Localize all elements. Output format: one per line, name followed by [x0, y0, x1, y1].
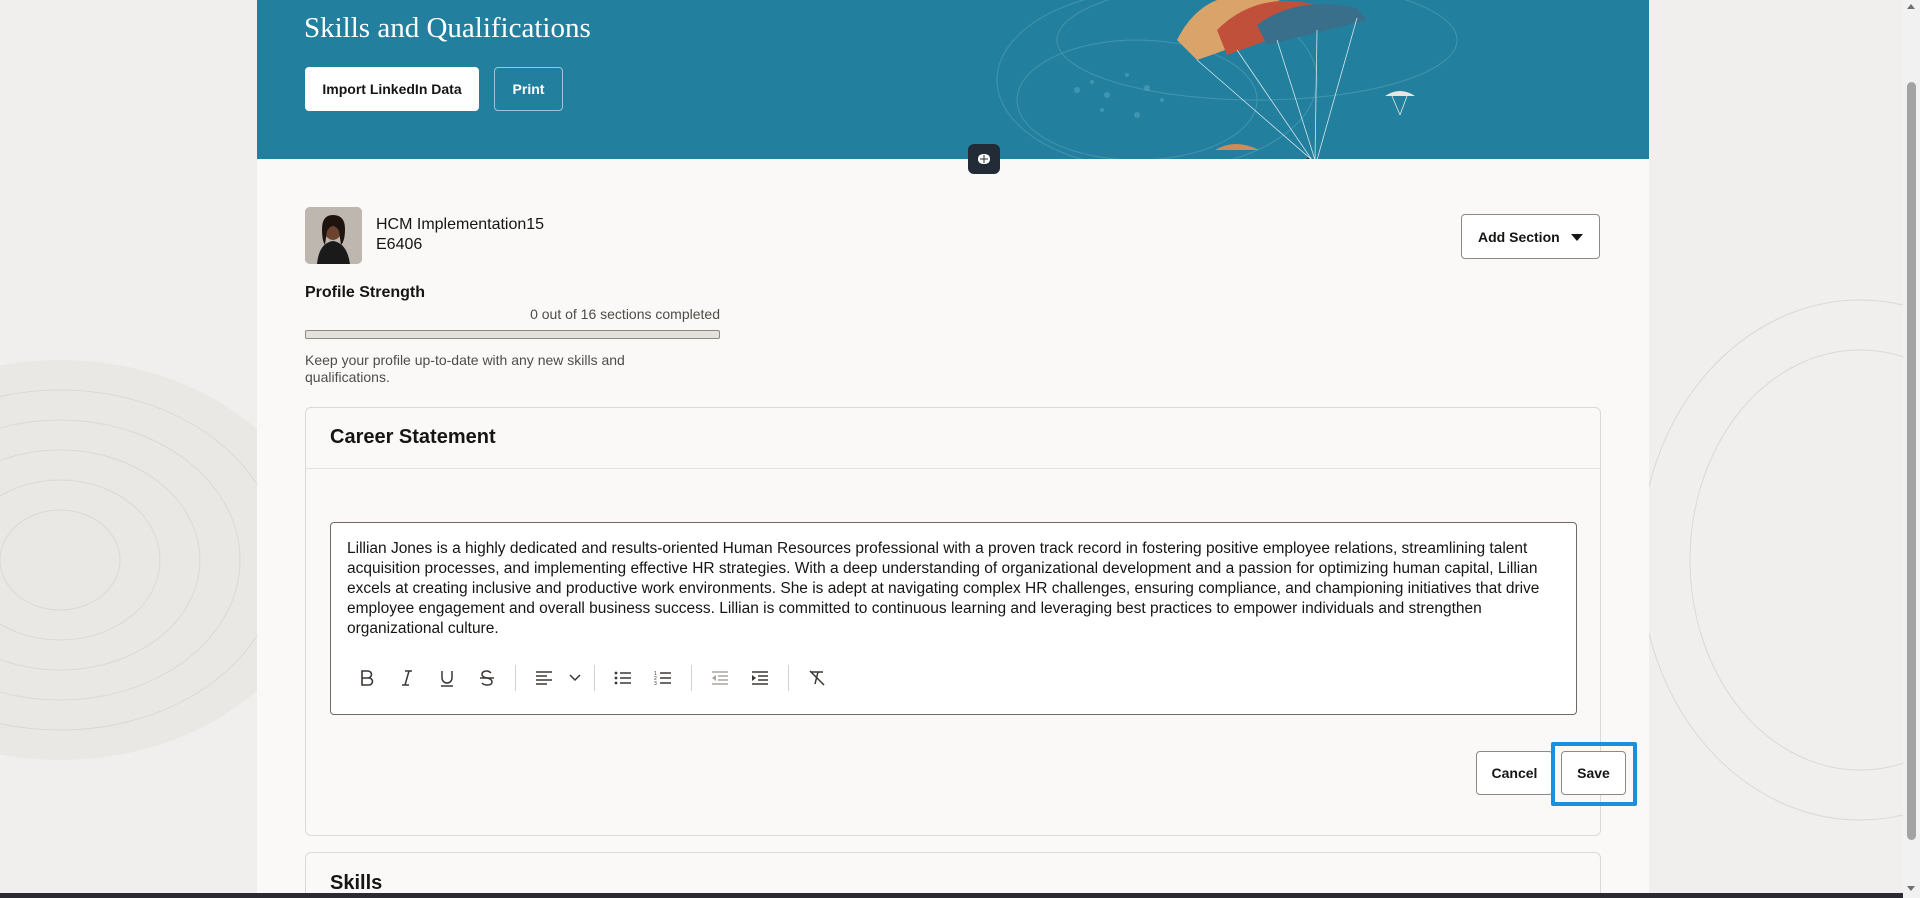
- scrollbar-thumb[interactable]: [1907, 82, 1916, 840]
- profile-strength-progress-bar: [305, 330, 720, 339]
- card-title: Career Statement: [330, 426, 496, 448]
- caret-down-icon: [1571, 234, 1583, 241]
- rich-text-toolbar: 123: [347, 663, 837, 693]
- hero-banner: Skills and Qualifications Import LinkedI…: [257, 0, 1649, 159]
- outdent-icon[interactable]: [700, 663, 740, 693]
- skills-card: Skills: [305, 852, 1601, 898]
- chevron-down-icon[interactable]: [564, 663, 586, 693]
- toolbar-divider: [515, 665, 516, 691]
- ai-assist-icon[interactable]: [968, 144, 1000, 174]
- profile-strength-label: Profile Strength: [305, 284, 426, 301]
- taskbar-edge: [0, 893, 1903, 898]
- import-linkedin-button[interactable]: Import LinkedIn Data: [305, 67, 479, 111]
- toolbar-divider: [691, 665, 692, 691]
- indent-icon[interactable]: [740, 663, 780, 693]
- strikethrough-icon[interactable]: [467, 663, 507, 693]
- profile-strength-hint: Keep your profile up-to-date with any ne…: [305, 352, 625, 385]
- svg-text:3: 3: [654, 681, 657, 686]
- clear-formatting-icon[interactable]: [797, 663, 837, 693]
- career-statement-card: Career Statement Lillian Jones is a high…: [305, 407, 1637, 836]
- bullet-list-icon[interactable]: [603, 663, 643, 693]
- underline-icon[interactable]: [427, 663, 467, 693]
- card-header: Career Statement: [306, 408, 1600, 469]
- add-section-button[interactable]: Add Section: [1461, 214, 1600, 259]
- toolbar-divider: [594, 665, 595, 691]
- cancel-button[interactable]: Cancel: [1476, 751, 1553, 795]
- italic-icon[interactable]: [387, 663, 427, 693]
- page-content: Skills and Qualifications Import LinkedI…: [257, 0, 1649, 898]
- vertical-scrollbar[interactable]: [1903, 0, 1920, 898]
- page-title: Skills and Qualifications: [304, 12, 591, 44]
- person-id: E6406: [376, 236, 423, 253]
- toolbar-divider: [788, 665, 789, 691]
- bold-icon[interactable]: [347, 663, 387, 693]
- save-button[interactable]: Save: [1561, 751, 1626, 795]
- align-left-icon[interactable]: [524, 663, 564, 693]
- career-statement-editor[interactable]: Lillian Jones is a highly dedicated and …: [330, 522, 1577, 715]
- scroll-up-arrow-icon[interactable]: [1907, 4, 1915, 9]
- person-name: HCM Implementation15: [376, 216, 545, 233]
- career-statement-text[interactable]: Lillian Jones is a highly dedicated and …: [347, 539, 1562, 639]
- skills-title: Skills: [330, 872, 383, 894]
- add-section-label: Add Section: [1478, 228, 1560, 245]
- numbered-list-icon[interactable]: 123: [643, 663, 683, 693]
- scroll-down-arrow-icon[interactable]: [1907, 886, 1915, 891]
- print-button[interactable]: Print: [494, 67, 563, 111]
- profile-strength-count: 0 out of 16 sections completed: [530, 306, 720, 322]
- avatar: [305, 207, 362, 264]
